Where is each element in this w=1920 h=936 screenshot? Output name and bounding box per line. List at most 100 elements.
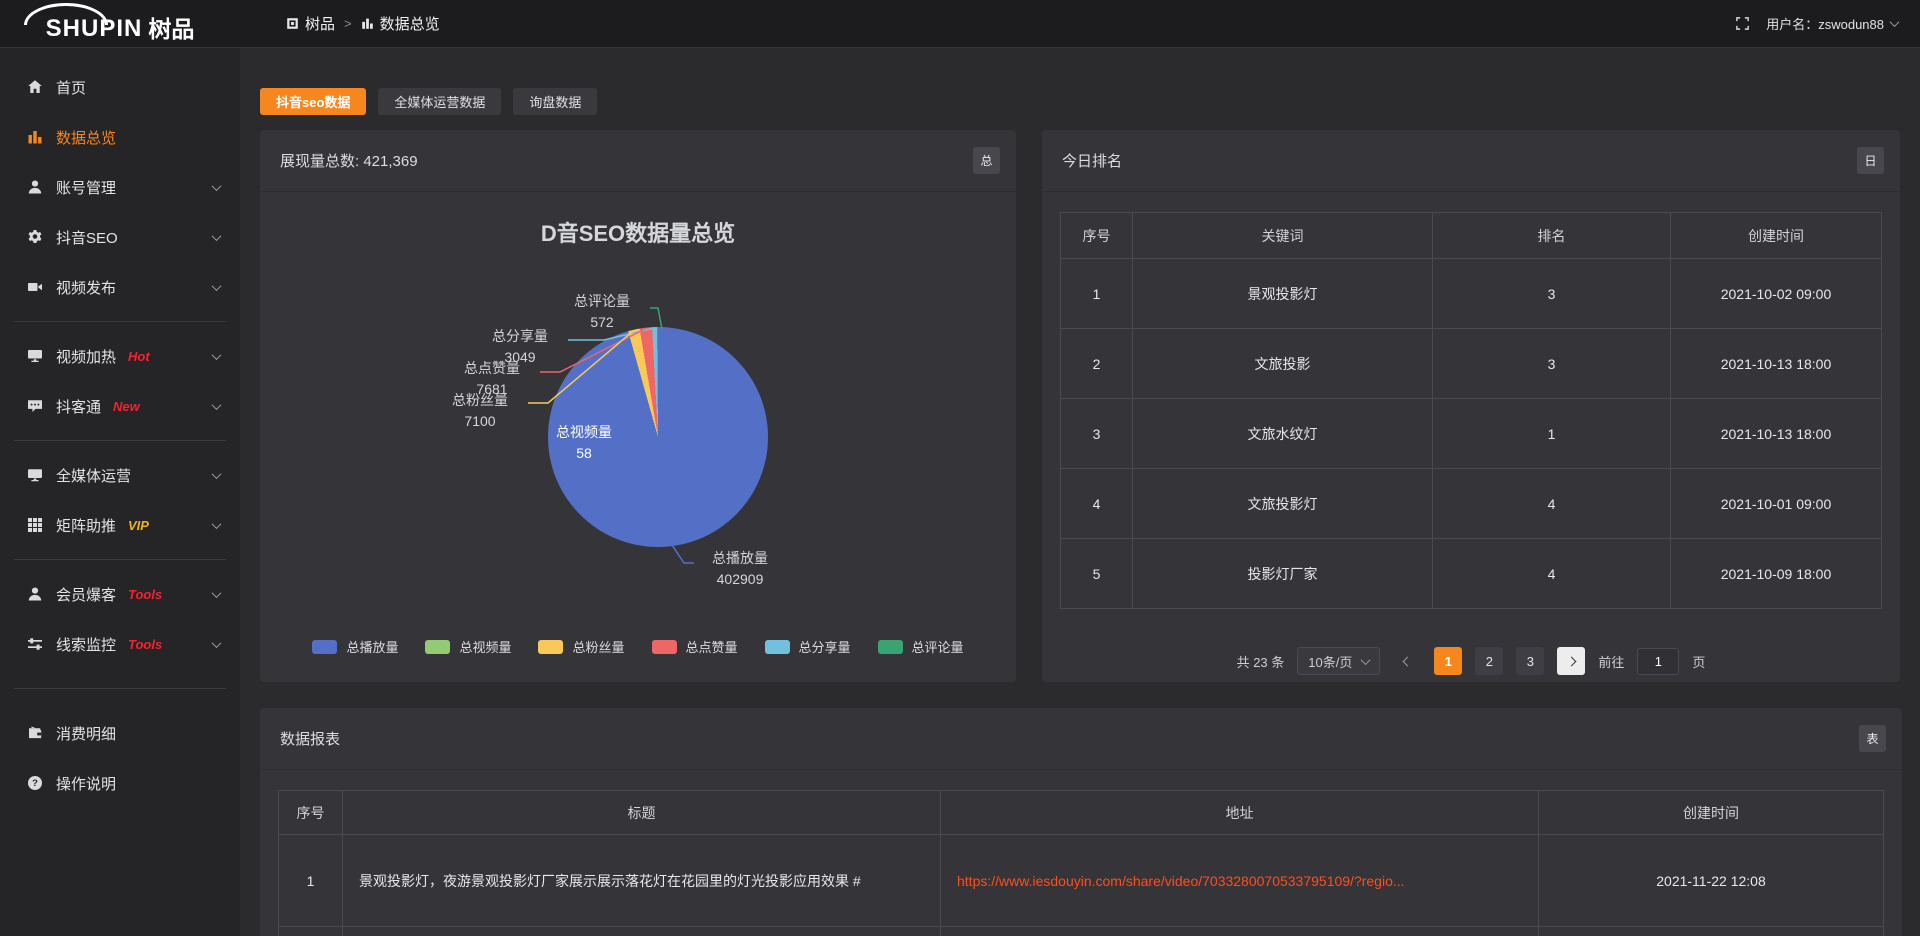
page-button-3[interactable]: 3 — [1516, 647, 1544, 675]
bar-chart-icon — [26, 129, 43, 145]
report-table: 序号 标题 地址 创建时间 1 景观投影灯，夜游景观投影灯厂家展示展示落花灯在花… — [278, 790, 1884, 936]
chevron-down-icon — [212, 519, 222, 529]
sidebar-item-expense-detail[interactable]: 消费明细 — [0, 708, 240, 758]
sidebar-divider — [14, 440, 226, 441]
hot-badge: Hot — [128, 349, 150, 364]
table-row: 5 投影灯厂家 4 2021-10-09 18:00 — [1061, 539, 1882, 609]
sidebar-divider — [14, 321, 226, 322]
page-size-select[interactable]: 10条/页 — [1297, 647, 1380, 675]
sidebar-item-video-heat[interactable]: 视频加热 Hot — [0, 331, 240, 381]
prev-page-button[interactable] — [1393, 647, 1421, 675]
impressions-total-label: 展现量总数: 421,369 — [280, 150, 418, 171]
pagination: 共 23 条 10条/页 1 2 3 前往 页 — [1060, 647, 1882, 675]
page-button-1[interactable]: 1 — [1434, 647, 1462, 675]
legend-item-comments[interactable]: 总评论量 — [878, 637, 964, 656]
table-row: 3 文旅水纹灯 1 2021-10-13 18:00 — [1061, 399, 1882, 469]
legend-swatch — [425, 640, 450, 654]
table-header-row: 序号 标题 地址 创建时间 — [279, 791, 1884, 835]
sidebar-item-home[interactable]: 首页 — [0, 62, 240, 112]
header-right: 用户名：zswodun88 — [1735, 14, 1920, 33]
chart-legend: 总播放量 总视频量 总粉丝量 总点赞量 总分享量 总评论量 — [260, 637, 1016, 656]
breadcrumb-root[interactable]: 树品 — [286, 13, 335, 34]
ranking-title: 今日排名 — [1062, 150, 1122, 171]
legend-swatch — [312, 640, 337, 654]
breadcrumb-separator: > — [344, 16, 352, 31]
total-count-label: 共 23 条 — [1237, 652, 1285, 671]
sidebar-divider — [14, 688, 226, 689]
pie-label-plays: 总播放量 402909 — [692, 548, 788, 590]
sidebar-item-help[interactable]: ? 操作说明 — [0, 758, 240, 808]
legend-item-likes[interactable]: 总点赞量 — [652, 637, 738, 656]
top-header: SHUPIN 树品 树品 > 数据总览 用户名：zswo — [0, 0, 1920, 48]
sidebar-item-video-publish[interactable]: 视频发布 — [0, 262, 240, 312]
goto-page-input[interactable] — [1637, 648, 1679, 675]
username-label: 用户名：zswodun88 — [1766, 14, 1884, 33]
legend-swatch — [652, 640, 677, 654]
chevron-down-icon — [212, 638, 222, 648]
pie-label-comments: 总评论量 572 — [556, 291, 648, 333]
fullscreen-icon[interactable] — [1735, 16, 1750, 31]
tab-media-ops-data[interactable]: 全媒体运营数据 — [378, 88, 501, 115]
pie-label-videos: 总视频量 58 — [538, 422, 630, 464]
video-url-cell: https://www.iesdouyin.com/share/video/70… — [941, 835, 1539, 927]
legend-item-fans[interactable]: 总粉丝量 — [538, 637, 624, 656]
gear-icon — [26, 229, 43, 245]
breadcrumb-current[interactable]: 数据总览 — [361, 13, 440, 34]
logo-text-cn: 树品 — [148, 18, 194, 41]
chevron-down-icon — [212, 400, 222, 410]
day-badge-button[interactable]: 日 — [1857, 147, 1884, 174]
pie-label-fans: 总粉丝量 7100 — [434, 390, 526, 432]
sidebar-item-douyin-seo[interactable]: 抖音SEO — [0, 212, 240, 262]
home-icon — [26, 79, 43, 95]
col-created: 创建时间 — [1671, 213, 1882, 259]
sidebar-divider — [14, 559, 226, 560]
report-title: 数据报表 — [280, 728, 340, 749]
user-icon — [26, 179, 43, 195]
col-index: 序号 — [279, 791, 343, 835]
chevron-down-icon — [212, 350, 222, 360]
video-link[interactable]: https://www.iesdouyin.com/share/video/70… — [957, 873, 1405, 889]
sidebar-item-data-overview[interactable]: 数据总览 — [0, 112, 240, 162]
table-row: 2 文旅投影 3 2021-10-13 18:00 — [1061, 329, 1882, 399]
sidebar-item-matrix-boost[interactable]: 矩阵助推 VIP — [0, 500, 240, 550]
next-page-button[interactable] — [1557, 647, 1585, 675]
col-rank: 排名 — [1433, 213, 1671, 259]
today-ranking-panel: 今日排名 日 序号 关键词 排名 创建时间 — [1042, 130, 1900, 682]
tools-badge: Tools — [128, 637, 162, 652]
col-keyword: 关键词 — [1133, 213, 1433, 259]
legend-item-shares[interactable]: 总分享量 — [765, 637, 851, 656]
table-row: 1 景观投影灯 3 2021-10-02 09:00 — [1061, 259, 1882, 329]
sidebar: 首页 数据总览 账号管理 抖音SEO 视频发布 视频加热 Hot — [0, 48, 240, 936]
table-badge-button[interactable]: 表 — [1859, 725, 1886, 752]
tab-inquiry-data[interactable]: 询盘数据 — [513, 88, 597, 115]
chevron-down-icon — [1361, 655, 1371, 665]
page-button-2[interactable]: 2 — [1475, 647, 1503, 675]
tools-badge: Tools — [128, 587, 162, 602]
chevron-down-icon — [212, 469, 222, 479]
new-badge: New — [113, 399, 140, 414]
svg-text:?: ? — [32, 778, 38, 789]
tab-douyin-seo[interactable]: 抖音seo数据 — [260, 88, 366, 115]
impressions-chart-panel: 展现量总数: 421,369 总 D音SEO数据量总览 总评论量 — [260, 130, 1016, 682]
sidebar-item-clue-monitor[interactable]: 线索监控 Tools — [0, 619, 240, 669]
col-title: 标题 — [343, 791, 941, 835]
sidebar-item-media-ops[interactable]: 全媒体运营 — [0, 450, 240, 500]
breadcrumb: 树品 > 数据总览 — [286, 13, 440, 34]
sidebar-item-member-bloom[interactable]: 会员爆客 Tools — [0, 569, 240, 619]
total-badge-button[interactable]: 总 — [973, 147, 1000, 174]
table-header-row: 序号 关键词 排名 创建时间 — [1061, 213, 1882, 259]
chevron-right-icon — [1566, 656, 1576, 666]
legend-item-videos[interactable]: 总视频量 — [425, 637, 511, 656]
sidebar-item-account[interactable]: 账号管理 — [0, 162, 240, 212]
sidebar-item-doukertong[interactable]: 抖客通 New — [0, 381, 240, 431]
chevron-down-icon — [212, 588, 222, 598]
bar-chart-icon — [361, 17, 374, 30]
data-tabs: 抖音seo数据 全媒体运营数据 询盘数据 — [260, 88, 1902, 115]
sliders-icon — [26, 636, 43, 652]
app-logo[interactable]: SHUPIN 树品 — [0, 0, 240, 48]
legend-item-plays[interactable]: 总播放量 — [312, 637, 398, 656]
table-row-partial — [279, 927, 1884, 936]
chevron-down-icon — [212, 281, 222, 291]
table-row: 1 景观投影灯，夜游景观投影灯厂家展示展示落花灯在花园里的灯光投影应用效果 # … — [279, 835, 1884, 927]
user-menu[interactable]: 用户名：zswodun88 — [1766, 14, 1898, 33]
